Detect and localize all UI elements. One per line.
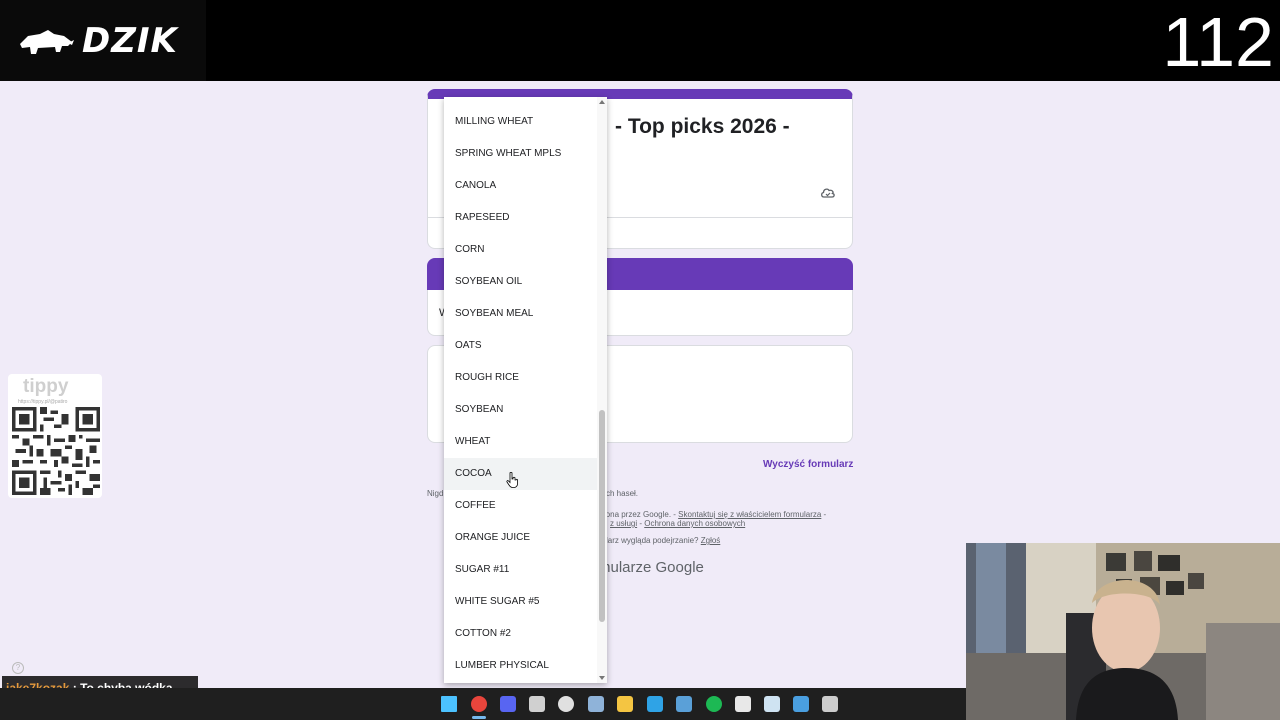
dropdown-option[interactable]: RAPESEED [444, 202, 597, 234]
webcam-overlay [966, 543, 1280, 720]
footer-report-line: larz wygląda podejrzanie? Zgłoś [606, 536, 720, 545]
dropdown-scrollbar[interactable] [597, 97, 607, 683]
tippy-widget: tippy https://tippy.pl/@patiro [8, 374, 102, 498]
app-icon[interactable] [529, 696, 545, 712]
help-icon: ? [12, 662, 24, 674]
folder-icon[interactable] [617, 696, 633, 712]
active-app-indicator [472, 716, 486, 719]
footer-nigdy: Nigd [427, 489, 444, 498]
google-forms-logo: mularze Google [598, 559, 704, 576]
stream-logo: DZIK [0, 0, 206, 81]
footer-terms-line: z usługi - Ochrona danych osobowych [610, 519, 746, 528]
dropdown-option[interactable]: ORANGE JUICE [444, 522, 597, 554]
footer-report-question: larz wygląda podejrzanie? [606, 536, 699, 545]
scroll-down-icon[interactable] [599, 676, 605, 680]
steam-icon[interactable] [588, 696, 604, 712]
mouse-cursor-icon [506, 472, 518, 488]
obs-icon[interactable] [558, 696, 574, 712]
tippy-logo: tippy [23, 376, 69, 397]
dropdown-option[interactable]: COCOA [444, 458, 597, 490]
scroll-up-icon[interactable] [599, 100, 605, 104]
network-icon[interactable] [676, 696, 692, 712]
dropdown-option[interactable]: SOYBEAN MEAL [444, 298, 597, 330]
footer-privacy-link[interactable]: Ochrona danych osobowych [644, 519, 745, 528]
qr-code-icon [12, 407, 100, 495]
dropdown-option[interactable]: CANOLA [444, 170, 597, 202]
footer-terms-link[interactable]: z usługi [610, 519, 637, 528]
dropdown-option[interactable]: CORN [444, 234, 597, 266]
dropdown-option[interactable]: OATS [444, 330, 597, 362]
terminal-icon[interactable] [822, 696, 838, 712]
footer-password-note: ch haseł. [606, 489, 639, 498]
discord-icon[interactable] [500, 696, 516, 712]
notes-icon[interactable] [764, 696, 780, 712]
boar-icon [20, 29, 74, 54]
logo-text: DZIK [82, 20, 178, 61]
dropdown-option[interactable]: SPRING WHEAT MPLS [444, 138, 597, 170]
dropdown-option[interactable]: SUGAR #11 [444, 554, 597, 586]
stream-counter: 112 [1162, 3, 1274, 81]
dropdown-option[interactable]: COTTON #2 [444, 618, 597, 650]
dropdown-option[interactable]: LUMBER PHYSICAL [444, 650, 597, 682]
dropdown-option[interactable]: WHITE SUGAR #5 [444, 586, 597, 618]
spotify-icon[interactable] [706, 696, 722, 712]
app-icon-2[interactable] [735, 696, 751, 712]
dropdown-option[interactable]: SOYBEAN [444, 394, 597, 426]
webcam-image [966, 543, 1280, 720]
clear-form-button[interactable]: Wyczyść formularz [763, 459, 853, 470]
footer-report-link[interactable]: Zgłoś [701, 536, 721, 545]
dropdown-list[interactable]: MILLING WHEAT SPRING WHEAT MPLS CANOLA RAPE… [444, 97, 607, 683]
stream-top-bar: DZIK 112 [0, 0, 1280, 81]
footer-created-line: rzona przez Google. - Skontaktuj się z w… [599, 510, 827, 519]
photos-icon[interactable] [793, 696, 809, 712]
dropdown-option[interactable]: MILLING WHEAT [444, 106, 597, 138]
form-title: - Top picks 2026 - [615, 115, 790, 138]
tippy-url: https://tippy.pl/@patiro [18, 399, 68, 405]
scrollbar-thumb[interactable] [599, 410, 605, 622]
dropdown-option[interactable]: ROUGH RICE [444, 362, 597, 394]
footer-created: rzona przez Google. [599, 510, 672, 519]
footer-contact-link[interactable]: Skontaktuj się z właścicielem formularza [678, 510, 821, 519]
windows-start-icon[interactable] [441, 696, 457, 712]
dropdown-option[interactable]: COFFEE [444, 490, 597, 522]
dropdown-option[interactable]: SOYBEAN OIL [444, 266, 597, 298]
ccleaner-icon[interactable] [647, 696, 663, 712]
dropdown-option[interactable]: WHEAT [444, 426, 597, 458]
chrome-icon[interactable] [471, 696, 487, 712]
cloud-save-icon [821, 188, 835, 198]
